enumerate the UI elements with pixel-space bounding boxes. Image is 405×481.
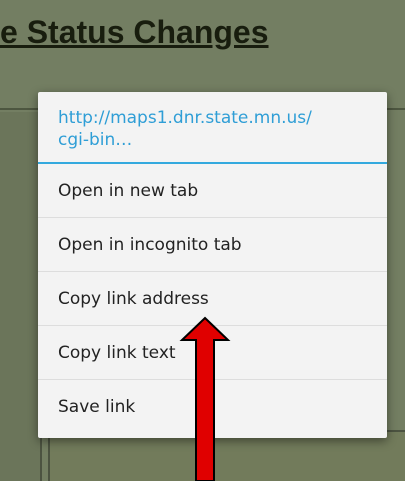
annotation-arrow-icon xyxy=(179,316,231,481)
arrow-shape xyxy=(179,316,231,481)
